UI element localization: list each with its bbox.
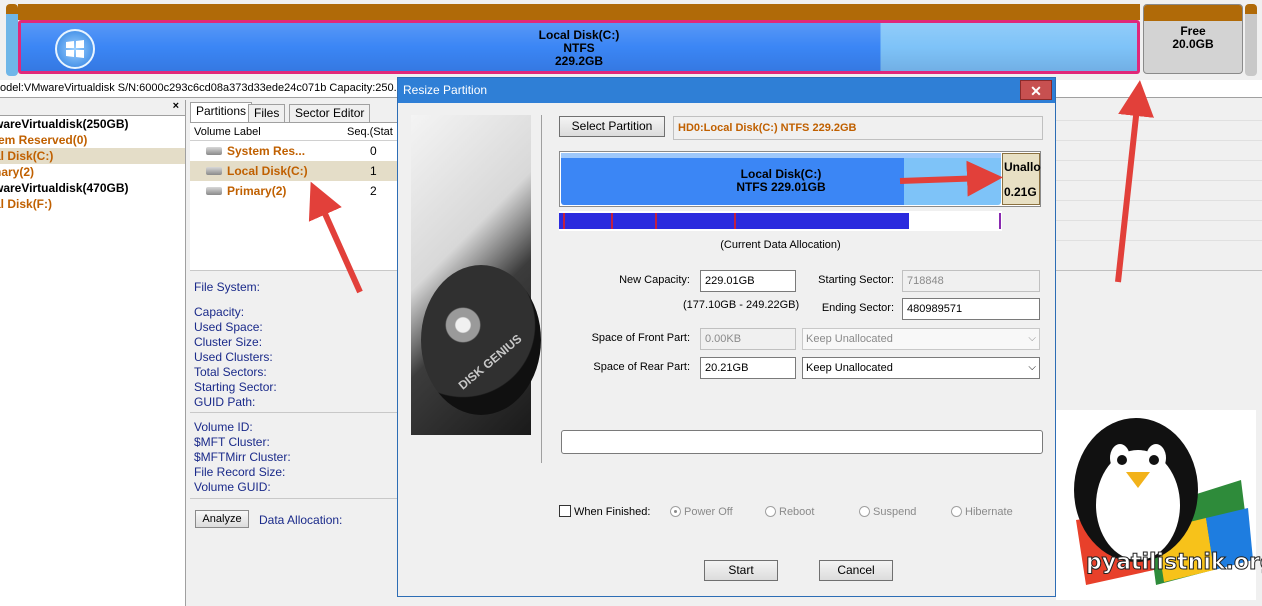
arrow-to-free-space: [1115, 80, 1154, 283]
arrow-to-local-disk-c: [308, 181, 363, 294]
annotation-arrows: [308, 80, 1154, 294]
arrow-to-unallocated: [899, 160, 1003, 197]
